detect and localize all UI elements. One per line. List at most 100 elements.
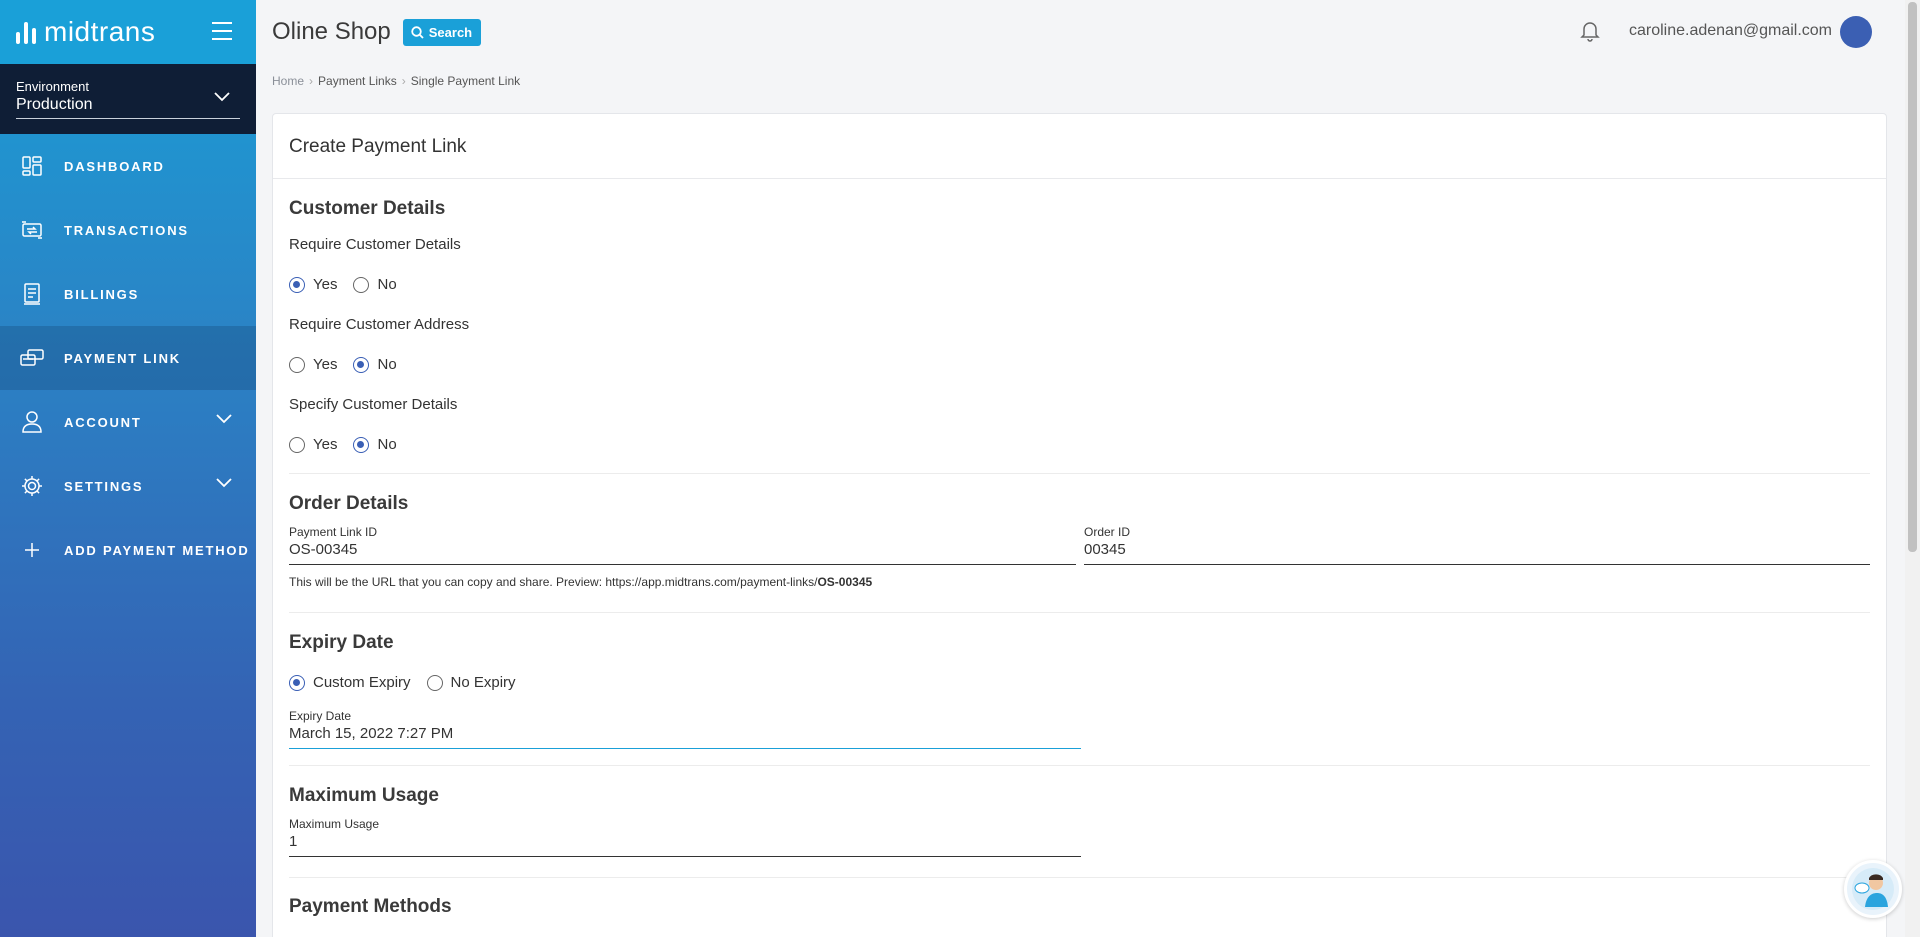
payment-link-id-input[interactable]: OS-00345 bbox=[289, 539, 1076, 565]
expiry-type-radios: Custom Expiry No Expiry bbox=[289, 674, 1870, 691]
scrollbar-thumb[interactable] bbox=[1908, 2, 1917, 552]
radio-custom-expiry[interactable]: Custom Expiry bbox=[289, 674, 411, 691]
plus-icon bbox=[20, 538, 44, 562]
sidebar-item-label: DASHBOARD bbox=[64, 158, 165, 174]
sidebar-item-label: PAYMENT LINK bbox=[64, 350, 181, 366]
sidebar-item-label: ACCOUNT bbox=[64, 414, 142, 430]
midtrans-logo-icon bbox=[16, 20, 36, 44]
payment-link-icon bbox=[20, 346, 44, 370]
section-title: Expiry Date bbox=[289, 632, 394, 653]
radio-label: Yes bbox=[313, 436, 338, 453]
page-scrollbar[interactable] bbox=[1905, 0, 1920, 937]
maximum-usage-field[interactable]: Maximum Usage 1 bbox=[289, 817, 1081, 857]
expiry-date-field[interactable]: Expiry Date March 15, 2022 7:27 PM bbox=[289, 709, 1081, 749]
radio-no[interactable]: No bbox=[353, 356, 397, 373]
radio-yes[interactable]: Yes bbox=[289, 436, 337, 453]
section-title: Maximum Usage bbox=[289, 785, 439, 806]
sidebar-item-settings[interactable]: SETTINGS bbox=[0, 454, 256, 518]
require-customer-address-radios: Yes No bbox=[289, 356, 1870, 373]
radio-button[interactable] bbox=[426, 674, 443, 691]
breadcrumb-current: Single Payment Link bbox=[410, 74, 521, 88]
require-customer-details-radios: Yes No bbox=[289, 276, 1870, 293]
specify-customer-details-radios: Yes No bbox=[289, 436, 1870, 453]
radio-label: No bbox=[377, 436, 397, 453]
section-title: Customer Details bbox=[289, 198, 446, 219]
input-label: Expiry Date bbox=[289, 709, 352, 723]
radio-button[interactable] bbox=[353, 436, 370, 453]
avatar[interactable] bbox=[1840, 16, 1872, 48]
breadcrumb-home[interactable]: Home bbox=[272, 74, 304, 88]
settings-icon bbox=[20, 474, 44, 498]
chevron-down-icon bbox=[214, 92, 230, 102]
radio-button[interactable] bbox=[289, 674, 305, 691]
sidebar: midtrans Environment Production DASHBOAR… bbox=[0, 0, 256, 937]
radio-yes[interactable]: Yes bbox=[289, 276, 337, 293]
radio-no[interactable]: No bbox=[353, 276, 397, 293]
chevron-down-icon bbox=[216, 414, 232, 424]
order-id-input[interactable]: 00345 bbox=[1084, 539, 1870, 565]
radio-label: Custom Expiry bbox=[313, 674, 411, 691]
customer-details-section: Customer Details Require Customer Detail… bbox=[289, 179, 1870, 474]
sidebar-item-label: TRANSACTIONS bbox=[64, 222, 189, 238]
radio-label: Yes bbox=[313, 276, 338, 293]
radio-yes[interactable]: Yes bbox=[289, 356, 337, 373]
breadcrumb: Home › Payment Links › Single Payment Li… bbox=[272, 74, 520, 88]
user-email[interactable]: caroline.adenan@gmail.com bbox=[1629, 22, 1832, 40]
radio-button[interactable] bbox=[289, 276, 305, 293]
sidebar-item-label: ADD PAYMENT METHOD bbox=[64, 542, 250, 558]
page-title: Oline Shop bbox=[272, 18, 391, 45]
sidebar-item-account[interactable]: ACCOUNT bbox=[0, 390, 256, 454]
input-label: Order ID bbox=[1084, 525, 1131, 539]
search-button-label: Search bbox=[428, 24, 473, 40]
order-details-section: Order Details Payment Link ID OS-00345 O… bbox=[289, 474, 1870, 613]
sidebar-item-label: SETTINGS bbox=[64, 478, 144, 494]
input-label: Maximum Usage bbox=[289, 817, 380, 831]
brand-name: midtrans bbox=[44, 16, 156, 47]
chat-assistant-button[interactable] bbox=[1844, 860, 1902, 918]
expiry-date-section: Expiry Date Custom Expiry No Expiry Expi… bbox=[289, 613, 1870, 766]
sidebar-item-label: BILLINGS bbox=[64, 286, 140, 302]
help-text-bold: OS-00345 bbox=[817, 575, 873, 589]
question-label: Specify Customer Details bbox=[289, 396, 458, 413]
url-preview-help: This will be the URL that you can copy a… bbox=[289, 575, 1870, 589]
hamburger-menu-icon[interactable] bbox=[212, 22, 232, 46]
create-payment-link-card: Create Payment Link Customer Details Req… bbox=[272, 113, 1887, 937]
sidebar-item-transactions[interactable]: TRANSACTIONS bbox=[0, 198, 256, 262]
breadcrumb-separator: › bbox=[309, 74, 314, 88]
radio-button[interactable] bbox=[289, 436, 305, 453]
expiry-date-input[interactable]: March 15, 2022 7:27 PM bbox=[289, 723, 1081, 749]
section-title: Payment Methods bbox=[289, 896, 452, 917]
radio-button[interactable] bbox=[353, 276, 370, 293]
bell-icon[interactable] bbox=[1580, 20, 1600, 42]
payment-link-id-field[interactable]: Payment Link ID OS-00345 bbox=[289, 525, 1076, 565]
radio-button[interactable] bbox=[289, 356, 305, 373]
breadcrumb-payment-links[interactable]: Payment Links bbox=[318, 74, 397, 88]
environment-label: Environment bbox=[16, 79, 89, 94]
radio-label: No Expiry bbox=[450, 674, 516, 691]
radio-no[interactable]: No bbox=[353, 436, 397, 453]
transactions-icon bbox=[20, 218, 44, 242]
sidebar-item-billings[interactable]: BILLINGS bbox=[0, 262, 256, 326]
maximum-usage-section: Maximum Usage Maximum Usage 1 bbox=[289, 766, 1870, 878]
dashboard-icon bbox=[20, 154, 44, 178]
brand-bar: midtrans bbox=[0, 0, 256, 64]
payment-methods-section: Payment Methods bbox=[289, 878, 1870, 918]
chevron-down-icon bbox=[216, 478, 232, 488]
input-label: Payment Link ID bbox=[289, 525, 378, 539]
radio-no-expiry[interactable]: No Expiry bbox=[426, 674, 516, 691]
sidebar-item-add-payment-method[interactable]: ADD PAYMENT METHOD bbox=[0, 518, 256, 582]
sidebar-item-dashboard[interactable]: DASHBOARD bbox=[0, 134, 256, 198]
radio-button[interactable] bbox=[353, 356, 370, 373]
breadcrumb-separator: › bbox=[401, 74, 406, 88]
search-button[interactable]: Search bbox=[402, 18, 482, 46]
sidebar-item-payment-link[interactable]: PAYMENT LINK bbox=[0, 326, 256, 390]
radio-label: No bbox=[377, 356, 397, 373]
environment-value[interactable]: Production bbox=[16, 96, 240, 119]
search-icon bbox=[411, 25, 424, 39]
billings-icon bbox=[20, 282, 44, 306]
order-id-field[interactable]: Order ID 00345 bbox=[1084, 525, 1870, 565]
help-text: This will be the URL that you can copy a… bbox=[289, 575, 818, 589]
question-label: Require Customer Address bbox=[289, 316, 470, 333]
environment-selector[interactable]: Environment Production bbox=[0, 64, 256, 134]
maximum-usage-input[interactable]: 1 bbox=[289, 831, 1081, 857]
